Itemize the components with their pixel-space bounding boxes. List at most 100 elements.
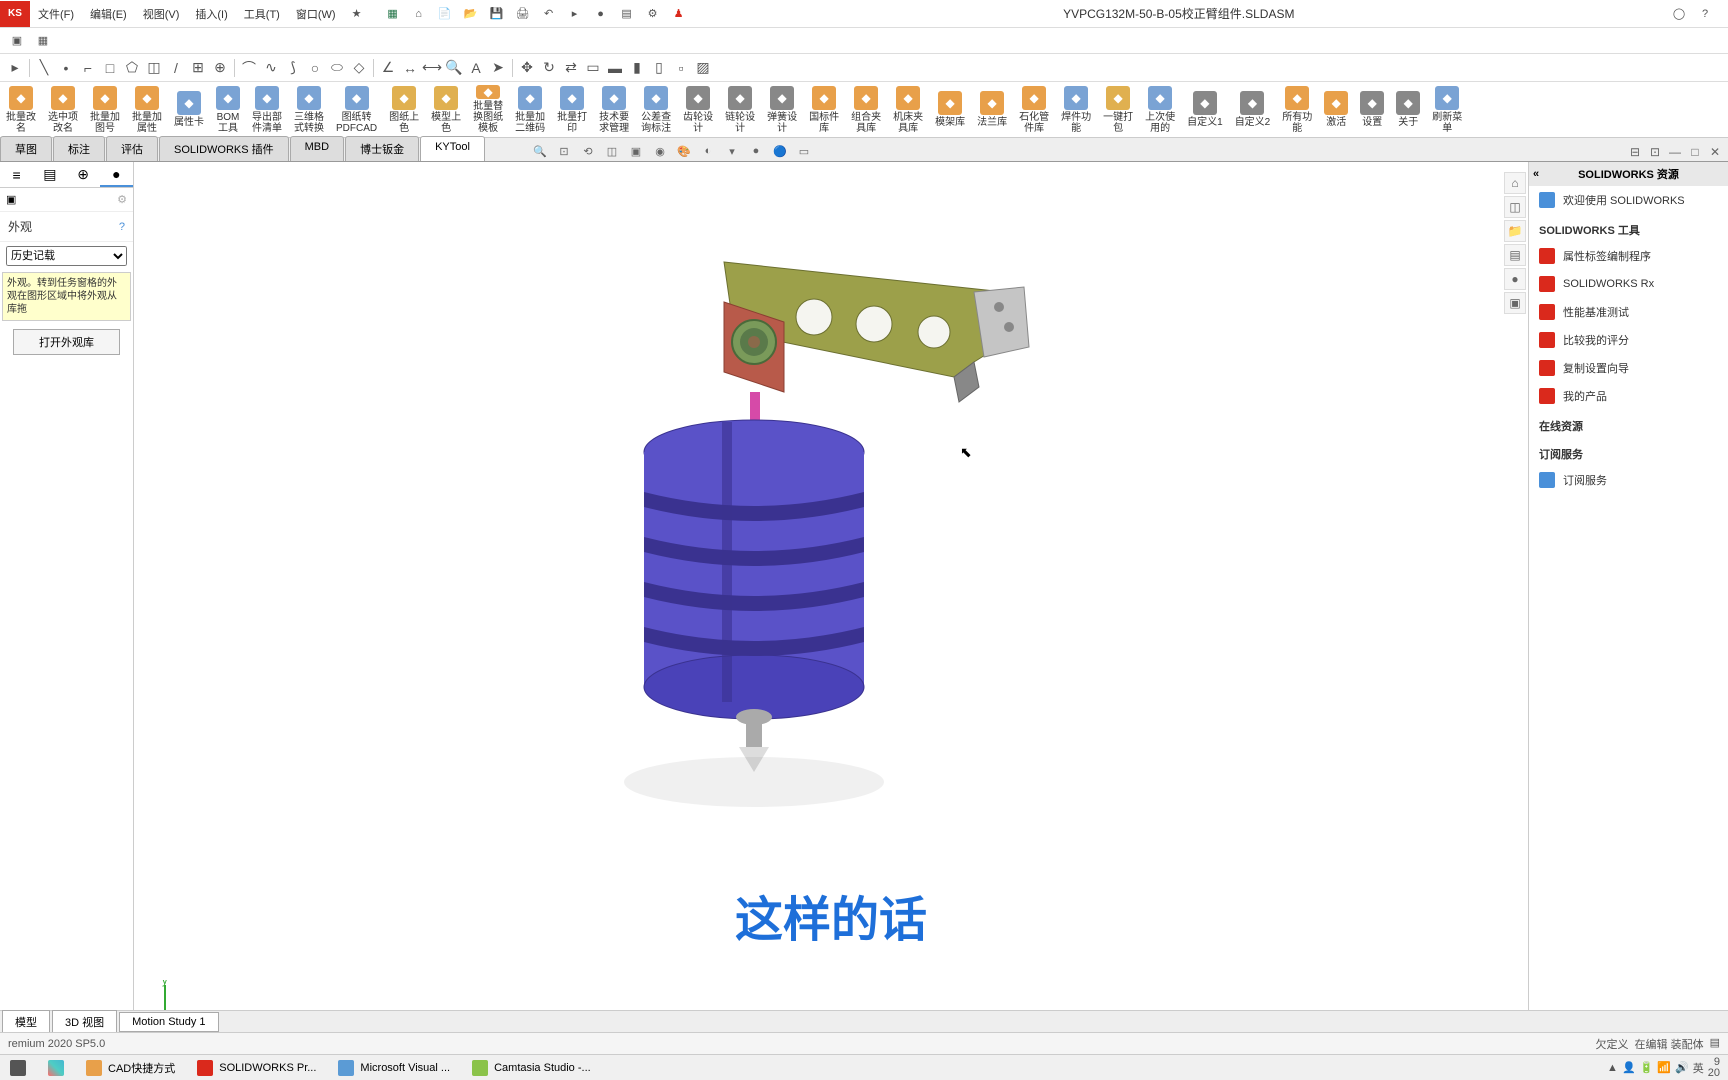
appear-icon[interactable]: 🎨 [674,141,694,161]
options-icon[interactable]: ▤ [616,3,638,25]
win-full-icon[interactable]: □ [1686,143,1704,161]
tab-MBD[interactable]: MBD [290,136,344,161]
history-select[interactable]: 历史记载 [6,246,127,266]
user-icon[interactable]: ◯ [1668,3,1690,25]
menu-tools[interactable]: 工具(T) [236,6,288,22]
qat-new-icon[interactable]: ▣ [6,30,28,52]
side-layer-icon[interactable]: ▤ [1504,244,1526,266]
panel-tab-dim[interactable]: ▤ [33,162,66,187]
win-restore-icon[interactable]: — [1666,143,1684,161]
color-icon[interactable]: 🔵 [770,141,790,161]
taskbar-app-5[interactable]: Camtasia Studio -... [462,1056,601,1080]
arc-tool[interactable]: ⌒ [239,58,259,78]
ribbon-cmd-24[interactable]: ◆石化管 件库 [1013,84,1055,136]
grid-tool[interactable]: ⊞ [188,58,208,78]
menu-view[interactable]: 视图(V) [135,6,188,22]
zoom-area-icon[interactable]: ⊡ [554,141,574,161]
menu-edit[interactable]: 编辑(E) [82,6,135,22]
section-icon[interactable]: ◫ [602,141,622,161]
tray-wifi-icon[interactable]: 📶 [1657,1061,1671,1074]
ribbon-cmd-34[interactable]: ◆刷新菜 单 [1426,84,1468,136]
open-library-button[interactable]: 打开外观库 [13,329,119,355]
tool-link-4[interactable]: 复制设置向导 [1529,354,1728,382]
feature2-tool[interactable]: ▬ [605,58,625,78]
ribbon-cmd-28[interactable]: ◆自定义1 [1181,84,1229,136]
center-tool[interactable]: ⊕ [210,58,230,78]
corner-tool[interactable]: ⌐ [78,58,98,78]
ribbon-cmd-21[interactable]: ◆机床夹 具库 [887,84,929,136]
feature3-tool[interactable]: ▮ [627,58,647,78]
tray-lang[interactable]: 英 [1693,1060,1704,1076]
ribbon-cmd-0[interactable]: ◆批量改 名 [0,84,42,136]
tool-link-5[interactable]: 我的产品 [1529,382,1728,410]
feature1-tool[interactable]: ▭ [583,58,603,78]
cube-tool[interactable]: ◫ [144,58,164,78]
menu-insert[interactable]: 插入(I) [187,6,235,22]
panel-help-icon[interactable]: ? [119,221,125,233]
panel-tab-appearance[interactable]: ● [100,162,133,187]
side-folder-icon[interactable]: 📁 [1504,220,1526,242]
tab-SOLIDWORKS 插件[interactable]: SOLIDWORKS 插件 [159,136,289,161]
render-icon[interactable]: ● [746,141,766,161]
taskbar-app-2[interactable]: CAD快捷方式 [76,1056,185,1080]
tab-KYTool[interactable]: KYTool [420,136,485,161]
panel-tab-config[interactable]: ⊕ [67,162,100,187]
angle-tool[interactable]: ∠ [378,58,398,78]
home-icon[interactable]: ⌂ [408,3,430,25]
open-icon[interactable]: 📂 [460,3,482,25]
ribbon-cmd-13[interactable]: ◆批量打 印 [551,84,593,136]
ribbon-cmd-31[interactable]: ◆激活 [1318,84,1354,136]
display-icon[interactable]: ▣ [626,141,646,161]
new-icon[interactable]: 📄 [434,3,456,25]
line-tool[interactable]: ╲ [34,58,54,78]
ribbon-cmd-11[interactable]: ◆批量替 换图纸 模板 [467,84,509,136]
tool-link-2[interactable]: 性能基准测试 [1529,298,1728,326]
ribbon-cmd-17[interactable]: ◆链轮设 计 [719,84,761,136]
hide-icon[interactable]: ◐ [698,141,718,161]
feature4-tool[interactable]: ▯ [649,58,669,78]
prev-view-icon[interactable]: ⟲ [578,141,598,161]
ribbon-cmd-14[interactable]: ◆技术要 求管理 [593,84,635,136]
side-home-icon[interactable]: ⌂ [1504,172,1526,194]
ribbon-cmd-12[interactable]: ◆批量加 二维码 [509,84,551,136]
tab-motion[interactable]: Motion Study 1 [119,1012,218,1032]
ribbon-cmd-27[interactable]: ◆上次使 用的 [1139,84,1181,136]
ribbon-cmd-16[interactable]: ◆齿轮设 计 [677,84,719,136]
ribbon-cmd-2[interactable]: ◆批量加 图号 [84,84,126,136]
status-unit-icon[interactable]: ▤ [1710,1036,1720,1052]
cursor-tool[interactable]: ▸ [5,58,25,78]
viewport-3d[interactable]: 这样的话 yxz ⬉ ⌂ ◫ 📁 ▤ ● ▣ [134,162,1528,1030]
tab-评估[interactable]: 评估 [106,136,158,161]
ribbon-cmd-25[interactable]: ◆焊件功 能 [1055,84,1097,136]
win-min-icon[interactable]: ⊟ [1626,143,1644,161]
ribbon-cmd-32[interactable]: ◆设置 [1354,84,1390,136]
tab-博士钣金[interactable]: 博士钣金 [345,136,419,161]
circle-tool[interactable]: ○ [305,58,325,78]
tool-link-1[interactable]: SOLIDWORKS Rx [1529,270,1728,298]
select-icon[interactable]: ▸ [564,3,586,25]
addon-icon[interactable]: ♟ [668,3,690,25]
ribbon-cmd-4[interactable]: ◆属性卡 [168,84,210,136]
line2-tool[interactable]: / [166,58,186,78]
panel-tab-tree[interactable]: ≡ [0,162,33,187]
ellipse-tool[interactable]: ⬭ [327,58,347,78]
ribbon-cmd-18[interactable]: ◆弹簧设 计 [761,84,803,136]
ribbon-cmd-5[interactable]: ◆BOM 工具 [210,84,246,136]
mirror-tool[interactable]: ⇄ [561,58,581,78]
side-note-icon[interactable]: ▣ [1504,292,1526,314]
scene-icon[interactable]: ◉ [650,141,670,161]
help-icon[interactable]: ? [1694,3,1716,25]
move-tool[interactable]: ✥ [517,58,537,78]
tray-sound-icon[interactable]: 🔊 [1675,1061,1689,1074]
rotate-tool[interactable]: ↻ [539,58,559,78]
welcome-link[interactable]: 欢迎使用 SOLIDWORKS [1529,186,1728,214]
ribbon-cmd-7[interactable]: ◆三维格 式转换 [288,84,330,136]
ribbon-cmd-29[interactable]: ◆自定义2 [1229,84,1277,136]
tab-标注[interactable]: 标注 [53,136,105,161]
measure-tool[interactable]: ⟷ [422,58,442,78]
undo-icon[interactable]: ↶ [538,3,560,25]
ribbon-cmd-23[interactable]: ◆法兰库 [971,84,1013,136]
gear-icon[interactable]: ⚙ [642,3,664,25]
spline-tool[interactable]: ∿ [261,58,281,78]
side-globe-icon[interactable]: ● [1504,268,1526,290]
